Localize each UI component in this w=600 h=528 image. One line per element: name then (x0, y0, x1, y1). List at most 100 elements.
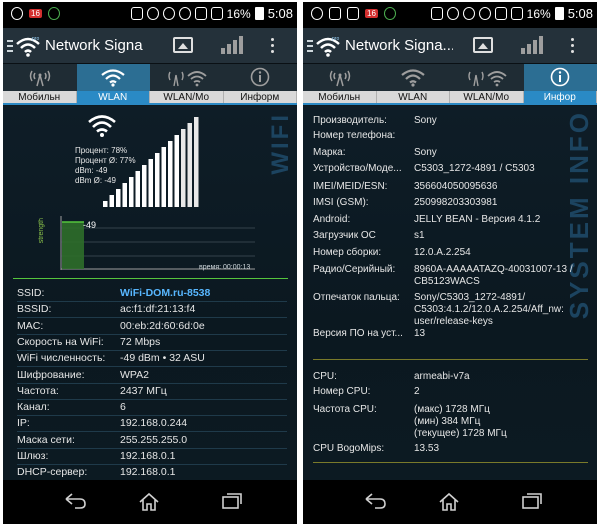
info-key: Android: (313, 214, 351, 225)
section-divider (313, 462, 588, 463)
wifi-panel: WIFI Процент: 78% Процент Ø: 77% dBm: -4… (3, 106, 297, 480)
tab-wlan[interactable]: WLAN (377, 91, 450, 103)
detail-key: Частота: (17, 384, 59, 397)
wifi-detail-row: Канал: 6 (17, 398, 287, 417)
cell-tower-icon (29, 70, 50, 87)
drawer-menu-icon[interactable] (7, 40, 13, 52)
detail-value: 255.255.255.0 (120, 433, 188, 446)
info-value: 356604050095636 (414, 181, 498, 192)
tab-info[interactable]: Инфор (523, 91, 597, 103)
wifi-detail-row: SSID: WiFi-DOM.ru-8538 (17, 284, 287, 302)
detail-key: IP: (17, 417, 30, 430)
tab-info-icon[interactable] (224, 64, 298, 91)
back-icon[interactable] (63, 492, 87, 510)
wifi-detail-row: Скорость на WiFi: 72 Mbps (17, 333, 287, 351)
info-key: Номер сборки: (313, 247, 382, 258)
section-divider (13, 278, 288, 279)
phone-icon (130, 7, 143, 20)
detail-value: ac:f1:df:21:13:f4 (120, 303, 196, 316)
wifi-detail-row: Шифрование: WPA2 (17, 366, 287, 384)
detail-value: 192.168.0.244 (120, 417, 188, 430)
gallery-icon (347, 7, 359, 20)
smiley-icon (446, 7, 459, 20)
signal-bar (103, 201, 108, 207)
detail-key: SSID: (17, 287, 45, 299)
tab-info[interactable]: Информ (224, 91, 297, 103)
tab-wlan-icon[interactable] (377, 64, 451, 91)
info-panel: SYSTEM INFO Производитель: Sony Номер теле… (303, 106, 597, 480)
tab-icons-row (303, 64, 597, 91)
tower-wifi-icon (168, 71, 207, 87)
signal-bar (142, 165, 147, 207)
drawer-menu-icon[interactable] (307, 40, 313, 52)
info-key: Марка: (313, 147, 346, 158)
info-key: Загрузчик ОС (313, 230, 376, 241)
info-icon (250, 67, 270, 87)
wifi-detail-row: Шлюз: 192.168.0.1 (17, 447, 287, 465)
alarm-icon (478, 7, 491, 20)
info-value: JELLY BEAN - Версия 4.1.2 (414, 214, 541, 225)
signal-bar (174, 135, 179, 207)
cpu-key: Частота CPU: (313, 404, 377, 415)
tab-mobile[interactable]: Мобильн (303, 91, 377, 103)
recent-apps-icon[interactable] (221, 492, 243, 510)
info-key: Версия ПО на уст... (313, 328, 403, 339)
signal-bar (161, 147, 166, 207)
wifi-icon (401, 69, 425, 87)
tab-mobile[interactable]: Мобильн (3, 91, 77, 103)
tab-info-icon[interactable] (523, 64, 597, 91)
cpu-value: 2 (414, 386, 420, 397)
detail-value[interactable]: WiFi-DOM.ru-8538 (120, 287, 210, 299)
phone-screen-wifi: 16 16% 5:08 pro Network Signa Мобильн WL… (3, 2, 297, 524)
detail-key: WiFi численность: (17, 352, 106, 365)
tab-mobile-icon[interactable] (3, 64, 77, 91)
tab-wlan[interactable]: WLAN (76, 91, 150, 103)
tab-labels-row: Мобильн WLAN WLAN/Мо Инфор (303, 91, 597, 105)
info-value: 13 (414, 328, 426, 339)
tab-wlan-mobile-icon[interactable] (450, 64, 524, 91)
tab-wlan-icon[interactable] (76, 64, 150, 91)
info-value: Sony/C5303_1272-4891/ C5303:4.1.2/12.0.A… (414, 292, 564, 327)
signal-bar (187, 123, 192, 207)
screenshot-icon[interactable] (473, 37, 493, 53)
phone-screen-info: 16 16% 5:08 pro Network Signa... Мобильн… (303, 2, 597, 524)
signal-bar (116, 189, 121, 207)
tower-wifi-icon (468, 71, 507, 87)
wifi-detail-row: DHCP-сервер: 192.168.0.1 (17, 463, 287, 480)
tab-icons-row (3, 64, 297, 91)
wifi-detail-row: Частота: 2437 МГц (17, 382, 287, 400)
info-key: Устройство/Моде... (313, 163, 402, 174)
recent-apps-icon[interactable] (521, 492, 543, 510)
tab-mobile-icon[interactable] (303, 64, 377, 91)
app-notification-icon (383, 7, 396, 20)
navigation-bar (303, 480, 597, 524)
signal-bar (135, 171, 140, 207)
detail-key: Маска сети: (17, 433, 75, 446)
tab-wlan-mobile-icon[interactable] (150, 64, 224, 91)
detail-key: Шифрование: (17, 368, 85, 381)
overflow-menu-icon[interactable] (571, 38, 575, 54)
sync-icon (311, 7, 323, 20)
signal-bar (155, 153, 160, 207)
tab-wlan-mobile[interactable]: WLAN/Мо (450, 91, 524, 103)
detail-value: 192.168.0.1 (120, 450, 176, 462)
home-icon[interactable] (138, 492, 160, 512)
info-key: IMSI (GSM): (313, 197, 369, 208)
cpu-key: Номер CPU: (313, 386, 371, 397)
signal-bars-icon[interactable] (221, 36, 243, 54)
wifi-status-icon (194, 7, 207, 20)
settings-icon (462, 7, 475, 20)
back-icon[interactable] (363, 492, 387, 510)
cpu-key: CPU BogoMips: (313, 443, 385, 454)
info-key: Производитель: (313, 115, 387, 126)
detail-value: 72 Mbps (120, 335, 161, 348)
home-icon[interactable] (438, 492, 460, 512)
tab-wlan-mobile[interactable]: WLAN/Мо (150, 91, 224, 103)
signal-bars-icon[interactable] (521, 36, 543, 54)
phone-icon (430, 7, 443, 20)
screenshot-icon[interactable] (173, 37, 193, 53)
overflow-menu-icon[interactable] (271, 38, 275, 54)
battery-icon (554, 7, 564, 20)
alarm-icon (178, 7, 191, 20)
detail-key: Канал: (17, 401, 50, 414)
